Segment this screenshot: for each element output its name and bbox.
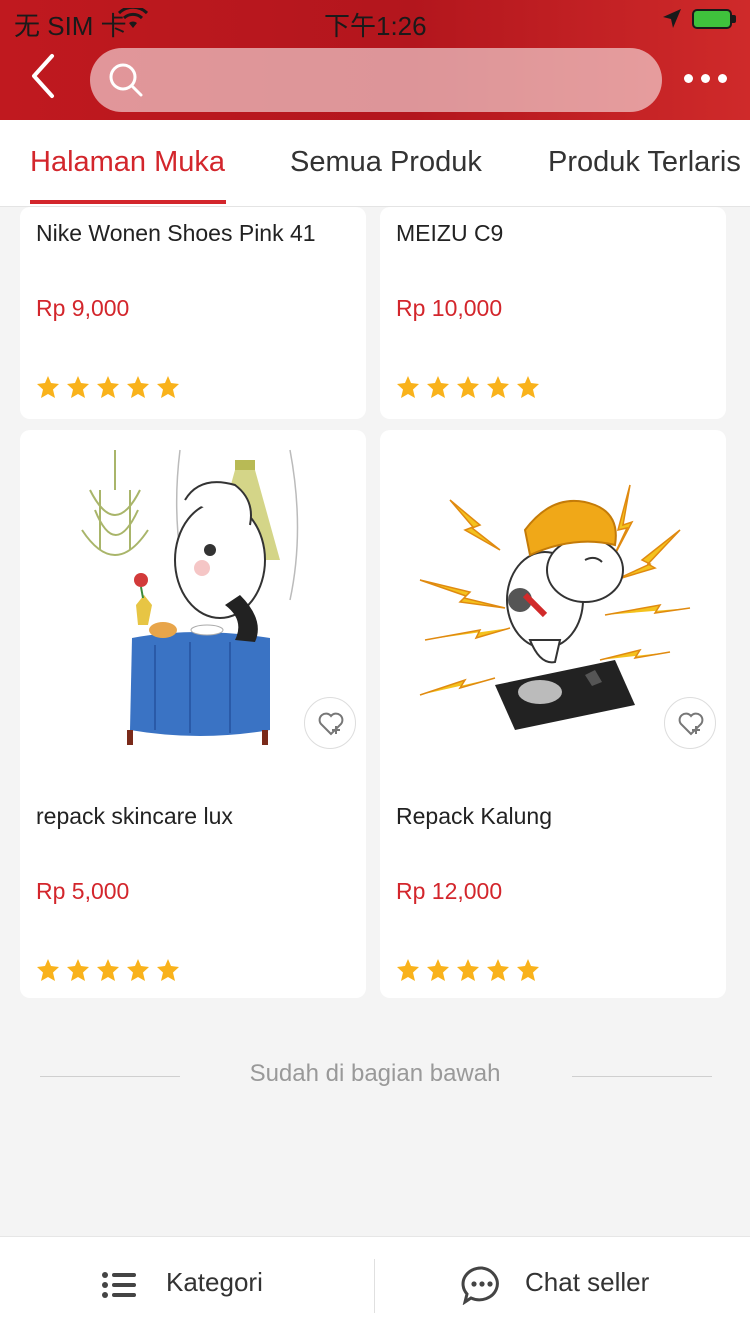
- kategori-label: Kategori: [166, 1267, 263, 1297]
- product-name: Repack Kalung: [396, 803, 552, 829]
- favorite-add-button[interactable]: [304, 697, 356, 749]
- star-icon: [36, 958, 60, 982]
- store-tabs: Halaman Muka Semua Produk Produk Terlari…: [0, 120, 750, 207]
- chat-icon: [461, 1265, 503, 1310]
- star-icon: [396, 958, 420, 982]
- star-icon: [126, 375, 150, 399]
- chat-seller-label: Chat seller: [525, 1267, 650, 1297]
- app-header: 无 SIM 卡 下午1:26: [0, 0, 750, 120]
- divider-line: [572, 1076, 712, 1077]
- favorite-add-icon: [318, 712, 344, 736]
- product-price: Rp 9,000: [36, 295, 130, 321]
- more-icon: [684, 74, 693, 83]
- list-icon: [102, 1271, 136, 1304]
- star-icon: [456, 958, 480, 982]
- star-icon: [96, 958, 120, 982]
- product-name: Nike Wonen Shoes Pink 41: [36, 220, 316, 246]
- more-icon-dot: [701, 74, 710, 83]
- bottom-action-bar: Kategori Chat seller: [0, 1236, 750, 1335]
- status-time: 下午1:26: [324, 11, 427, 41]
- active-tab-indicator: [30, 200, 226, 204]
- search-input[interactable]: [90, 48, 662, 112]
- favorite-add-icon: [678, 712, 704, 736]
- kategori-button[interactable]: Kategori: [0, 1237, 374, 1335]
- search-icon: [108, 62, 144, 103]
- product-price: Rp 5,000: [36, 878, 130, 904]
- rating-stars: [396, 375, 546, 399]
- status-bar: 无 SIM 卡 下午1:26: [0, 0, 750, 41]
- star-icon: [486, 958, 510, 982]
- product-price: Rp 12,000: [396, 878, 503, 904]
- product-price: Rp 10,000: [396, 295, 503, 321]
- carrier-label: 无 SIM 卡: [14, 11, 127, 41]
- star-icon: [156, 958, 180, 982]
- wifi-icon: [117, 5, 149, 37]
- star-icon: [456, 375, 480, 399]
- star-icon: [36, 375, 60, 399]
- product-name: repack skincare lux: [36, 803, 233, 829]
- star-icon: [66, 958, 90, 982]
- back-button[interactable]: [28, 52, 72, 108]
- star-icon: [156, 375, 180, 399]
- more-icon-dot: [718, 74, 727, 83]
- star-icon: [426, 375, 450, 399]
- rating-stars: [396, 958, 546, 982]
- end-of-list-note: Sudah di bagian bawah: [0, 1058, 750, 1098]
- star-icon: [396, 375, 420, 399]
- battery-icon: [692, 9, 732, 29]
- location-icon: [662, 6, 682, 37]
- product-card[interactable]: Nike Wonen Shoes Pink 41 Rp 9,000: [20, 207, 366, 419]
- star-icon: [486, 375, 510, 399]
- more-button[interactable]: [678, 62, 734, 98]
- product-name: MEIZU C9: [396, 220, 504, 246]
- star-icon: [126, 958, 150, 982]
- star-icon: [426, 958, 450, 982]
- tab-semua-produk[interactable]: Semua Produk: [290, 146, 482, 179]
- tab-halaman-muka[interactable]: Halaman Muka: [30, 146, 225, 179]
- product-card[interactable]: Repack Kalung Rp 12,000: [380, 430, 726, 998]
- star-icon: [516, 958, 540, 982]
- back-icon: [32, 54, 54, 98]
- star-icon: [516, 375, 540, 399]
- product-card[interactable]: MEIZU C9 Rp 10,000: [380, 207, 726, 419]
- end-of-list-text: Sudah di bagian bawah: [249, 1060, 501, 1087]
- star-icon: [66, 375, 90, 399]
- chat-seller-button[interactable]: Chat seller: [375, 1237, 750, 1335]
- battery-tip: [732, 15, 736, 23]
- product-card[interactable]: repack skincare lux Rp 5,000: [20, 430, 366, 998]
- favorite-add-button[interactable]: [664, 697, 716, 749]
- rating-stars: [36, 375, 186, 399]
- star-icon: [96, 375, 120, 399]
- rating-stars: [36, 958, 186, 982]
- tab-produk-terlaris[interactable]: Produk Terlaris: [548, 146, 741, 179]
